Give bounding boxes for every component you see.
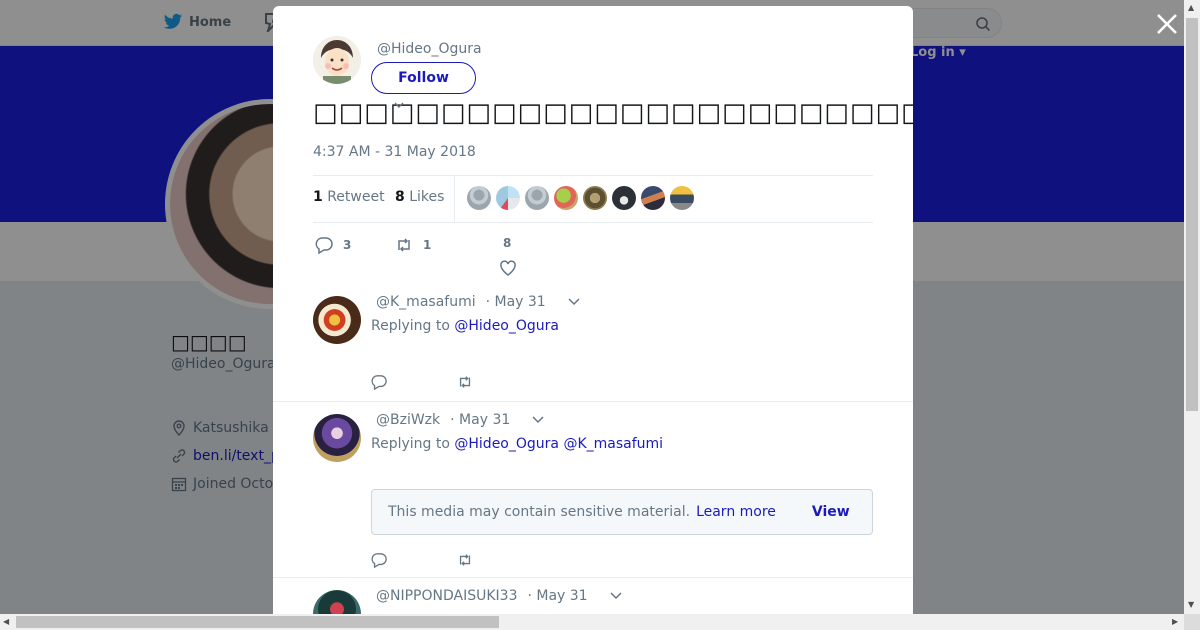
reply-date[interactable]: · May 31 — [527, 588, 587, 604]
author-handle[interactable]: @Hideo_Ogura — [377, 41, 482, 57]
vertical-scrollbar[interactable]: ▲ ▼ — [1184, 0, 1200, 614]
view-button[interactable]: View — [812, 504, 850, 520]
retweet-action[interactable]: 1 — [395, 236, 431, 254]
mention-link[interactable]: @Hideo_Ogura — [454, 436, 559, 452]
horizontal-scroll-thumb[interactable] — [16, 616, 499, 628]
reply-header: @BziWzk · May 31 — [376, 412, 544, 428]
tweet-stats: 1 Retweet 8 Likes — [313, 175, 873, 223]
replying-to: Replying to @Hideo_Ogura — [371, 318, 559, 334]
like-count-label: 8 — [503, 236, 511, 250]
liker-avatar[interactable] — [525, 186, 549, 210]
retweet-stat[interactable]: 1 Retweet — [313, 189, 385, 205]
reply-header: @NIPPONDAISUKI33 · May 31 — [376, 588, 622, 604]
chevron-down-icon[interactable] — [610, 592, 622, 600]
scroll-right-arrow-icon[interactable]: ▶ — [1172, 617, 1178, 626]
scrollbar-corner — [1184, 614, 1200, 630]
like-action-count: 8 — [503, 236, 512, 250]
mention-link[interactable]: @K_masafumi — [563, 436, 663, 452]
replying-to: Replying to @Hideo_Ogura @K_masafumi — [371, 436, 663, 452]
reply-handle[interactable]: @NIPPONDAISUKI33 — [376, 588, 517, 604]
tweet-timestamp: 4:37 AM - 31 May 2018 — [313, 144, 476, 160]
likes-stat-label: Likes — [409, 189, 445, 205]
reply-icon[interactable] — [371, 552, 387, 568]
liker-avatar[interactable] — [670, 186, 694, 210]
likes-count: 8 — [395, 189, 405, 205]
reply-actions — [371, 552, 473, 568]
scroll-down-arrow-icon[interactable]: ▼ — [1188, 600, 1194, 609]
close-icon[interactable] — [1155, 12, 1179, 36]
replying-label: Replying to — [371, 436, 450, 452]
retweet-icon[interactable] — [457, 374, 473, 390]
reply-actions — [371, 374, 473, 390]
stats-divider — [454, 176, 455, 222]
reply-separator — [273, 577, 913, 578]
mention-link[interactable]: @Hideo_Ogura — [454, 318, 559, 334]
likers-avatars — [467, 186, 694, 210]
chevron-down-icon[interactable] — [394, 102, 404, 108]
reply-date[interactable]: · May 31 — [450, 412, 510, 428]
liker-avatar[interactable] — [583, 186, 607, 210]
reply-icon[interactable] — [371, 374, 387, 390]
reply-tweet[interactable]: @NIPPONDAISUKI33 · May 31 — [273, 584, 913, 614]
sensitive-media-notice: This media may contain sensitive materia… — [371, 489, 873, 535]
liker-avatar[interactable] — [554, 186, 578, 210]
reply-separator — [273, 401, 913, 402]
replying-label: Replying to — [371, 318, 450, 334]
scroll-up-arrow-icon[interactable]: ▲ — [1188, 3, 1194, 12]
likes-stat[interactable]: 8 Likes — [395, 189, 444, 205]
liker-avatar[interactable] — [467, 186, 491, 210]
reply-tweet[interactable]: @BziWzk · May 31 Replying to @Hideo_Ogur… — [273, 408, 913, 578]
liker-avatar[interactable] — [641, 186, 665, 210]
author-avatar-image — [313, 36, 361, 84]
reply-date[interactable]: · May 31 — [486, 294, 546, 310]
chevron-down-icon[interactable] — [532, 416, 544, 424]
retweet-stat-label: Retweet — [327, 189, 385, 205]
author-avatar[interactable] — [313, 36, 361, 84]
learn-more-link[interactable]: Learn more — [696, 504, 776, 520]
scroll-left-arrow-icon[interactable]: ◀ — [3, 617, 9, 626]
chevron-down-icon[interactable] — [568, 298, 580, 306]
reply-avatar[interactable] — [313, 296, 361, 344]
reply-count: 3 — [343, 238, 352, 252]
reply-tweet[interactable]: @K_masafumi · May 31 Replying to @Hideo_… — [273, 290, 913, 402]
retweet-icon[interactable] — [457, 552, 473, 568]
retweet-action-count: 1 — [423, 238, 432, 252]
tweet-modal: @Hideo_Ogura Follow □□□□□□□□□□□□□□□□□□□□… — [273, 6, 913, 614]
retweet-count: 1 — [313, 189, 323, 205]
follow-button[interactable]: Follow — [371, 62, 476, 94]
reply-avatar[interactable] — [313, 414, 361, 462]
like-action[interactable] — [499, 259, 517, 277]
horizontal-scrollbar[interactable]: ◀ ▶ — [0, 614, 1184, 630]
retweet-icon — [398, 238, 410, 252]
tweet-actions: 3 1 8 — [313, 234, 873, 280]
sensitive-text: This media may contain sensitive materia… — [388, 504, 691, 520]
reply-handle[interactable]: @K_masafumi — [376, 294, 476, 310]
reply-avatar[interactable] — [313, 590, 361, 614]
vertical-scroll-thumb[interactable] — [1186, 18, 1198, 411]
liker-avatar[interactable] — [496, 186, 520, 210]
heart-icon — [500, 260, 516, 276]
reply-handle[interactable]: @BziWzk — [376, 412, 440, 428]
reply-header: @K_masafumi · May 31 — [376, 294, 580, 310]
liker-avatar[interactable] — [612, 186, 636, 210]
reply-action[interactable]: 3 — [315, 236, 351, 254]
reply-icon — [315, 237, 333, 254]
